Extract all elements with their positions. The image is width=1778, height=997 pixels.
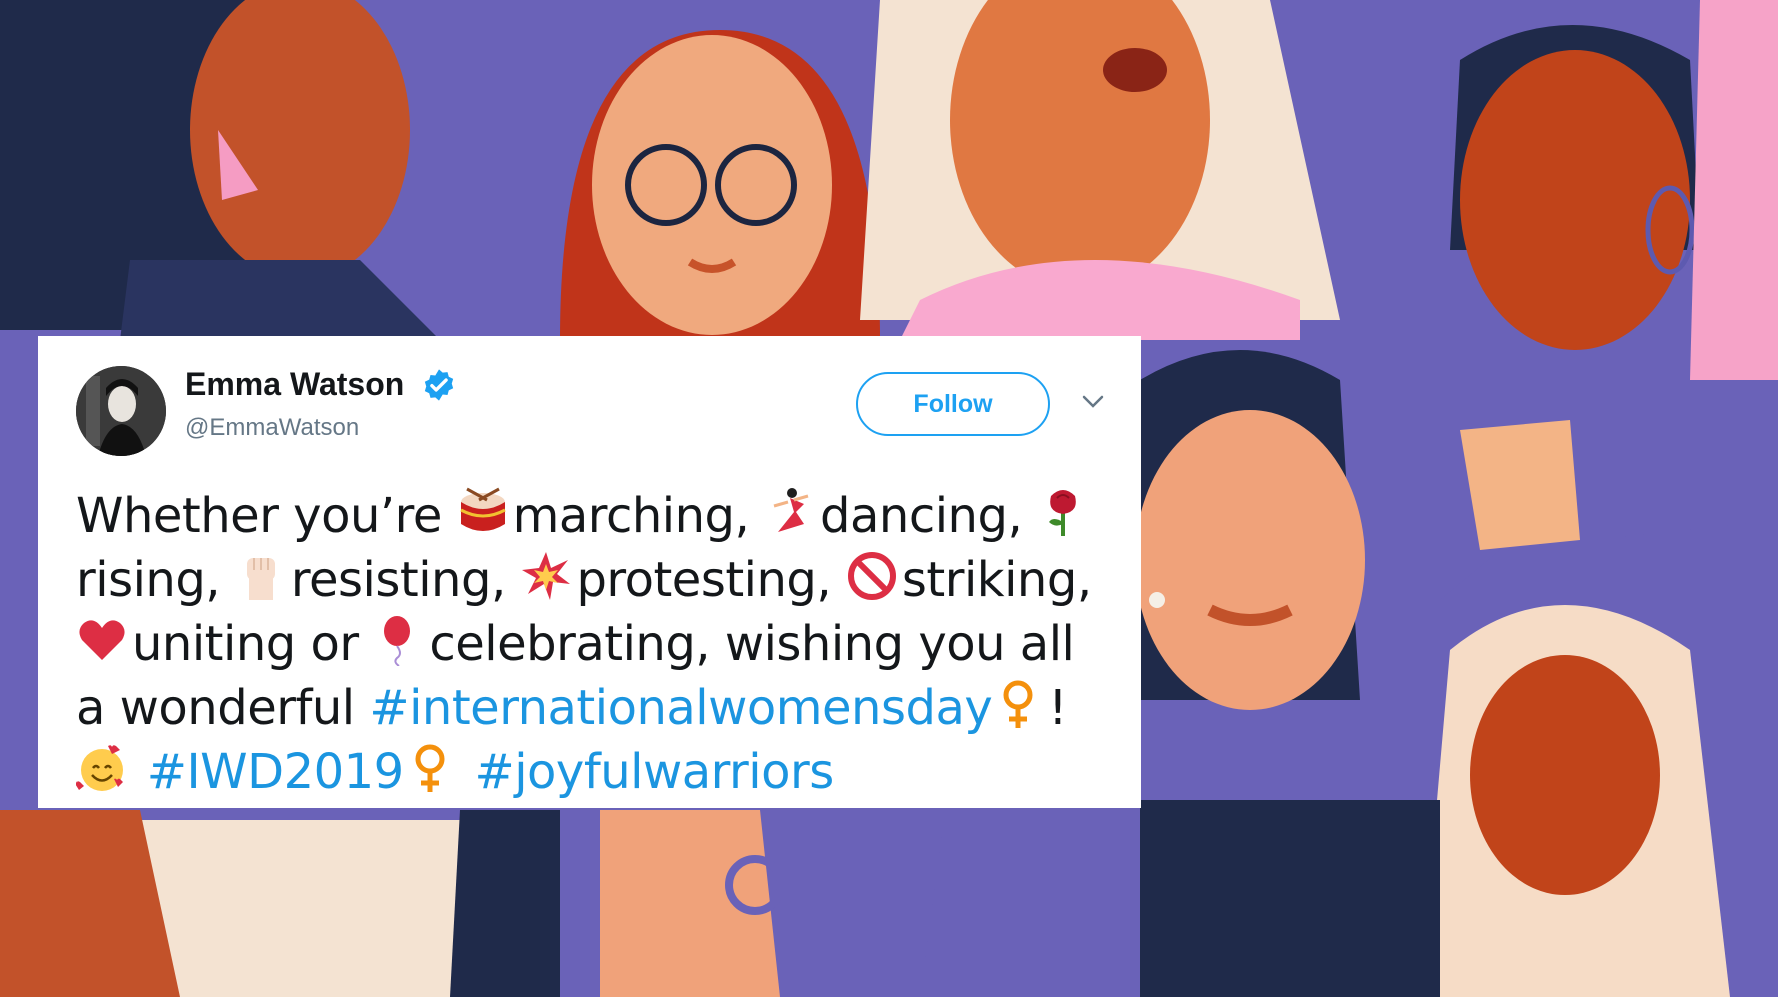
tweet-text-segment: ! — [1048, 680, 1068, 736]
prohibited-icon — [846, 550, 902, 602]
tweet-text-segment: uniting or — [132, 616, 374, 672]
tweet-text: Whether you’re marching, dancing, rising… — [74, 484, 1116, 804]
tweet-text-segment: protesting, — [576, 552, 846, 608]
follow-button[interactable]: Follow — [856, 372, 1050, 436]
collision-icon — [520, 550, 576, 602]
drum-icon — [457, 486, 513, 538]
female-sign-icon — [404, 742, 460, 794]
tweet-card: Emma Watson @EmmaWatson Follow Whether y… — [38, 336, 1141, 808]
balloon-icon — [373, 614, 429, 667]
rose-icon — [1037, 486, 1093, 538]
tweet-text-segment: dancing, — [820, 488, 1037, 544]
smiling-face-with-hearts-icon — [74, 742, 132, 794]
dancer-icon — [764, 486, 820, 538]
red-heart-icon — [76, 614, 132, 666]
verified-badge-icon — [424, 369, 454, 401]
tweet-text-segment: Whether you’re — [76, 488, 457, 544]
raised-fist-icon — [235, 550, 291, 602]
hashtag-link[interactable]: #internationalwomensday — [369, 680, 992, 736]
tweet-text-segment: rising, — [76, 552, 235, 608]
chevron-down-icon[interactable] — [1082, 394, 1104, 410]
tweet-text-segment: resisting, — [290, 552, 521, 608]
display-name[interactable]: Emma Watson — [185, 366, 404, 403]
avatar[interactable] — [76, 366, 166, 456]
tweet-text-segment: marching, — [512, 488, 765, 544]
handle[interactable]: @EmmaWatson — [185, 414, 359, 442]
female-sign-icon — [992, 678, 1048, 730]
hashtag-link[interactable]: #IWD2019 — [147, 744, 404, 800]
tweet-text-segment: striking, — [901, 552, 1092, 608]
hashtag-link[interactable]: #joyfulwarriors — [474, 744, 834, 800]
